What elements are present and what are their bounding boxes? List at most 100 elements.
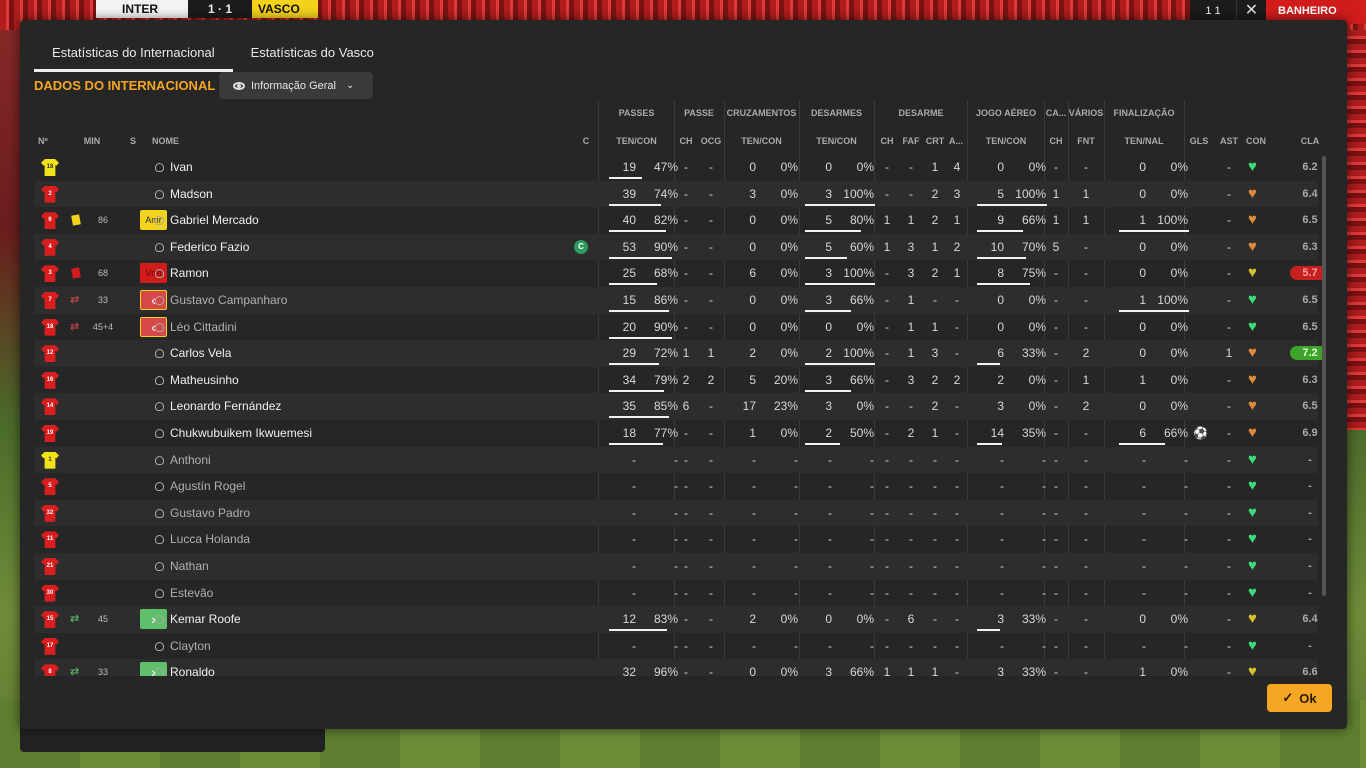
table-row[interactable]: 15 ⇄ 45 › Kemar Roofe 12 83% - -2 0% 0 0% -6- -3 33% - -… <box>34 606 1318 633</box>
table-row[interactable]: 11 Lucca Holanda - - - - - - - - - - - - - - - - - - - ♥ - <box>34 526 1318 553</box>
column-header-ast[interactable]: AST <box>1214 136 1244 146</box>
player-rating: 6.4 <box>1302 187 1318 200</box>
person-icon <box>155 641 164 651</box>
view-select-dropdown[interactable]: Informação Geral ⌄ <box>219 72 373 99</box>
player-name[interactable]: Léo Cittadini <box>155 314 515 340</box>
table-row[interactable]: 8 ⇄ 33 › Ronaldo 32 96% - -0 0% 3 66% 1 1 1-3 33% - -1 0% -… <box>34 659 1318 676</box>
column-header-cla[interactable]: CLA <box>1290 136 1324 146</box>
player-name[interactable]: Clayton <box>155 633 515 659</box>
defense-da-value: 3 <box>953 186 961 201</box>
shirt-number-icon: 32 <box>41 504 59 522</box>
table-row[interactable]: 14 Leonardo Fernández 35 85% 6-17 23% 3 0% - -2-3… <box>34 393 1318 420</box>
column-header-des-ch[interactable]: CH <box>875 136 899 146</box>
column-header-fnt[interactable]: FNT <box>1068 136 1104 146</box>
column-header-des-crt[interactable]: CRT <box>923 136 947 146</box>
defense-da-value: - <box>955 346 959 361</box>
player-name[interactable]: Ronaldo <box>155 659 515 676</box>
column-header-passes[interactable]: TEN/CON <box>599 136 674 146</box>
person-icon <box>155 588 164 598</box>
player-name[interactable]: Federico Fazio <box>155 234 515 260</box>
tab-internacional-stats[interactable]: Estatísticas do Internacional <box>34 38 233 72</box>
column-header-cruz[interactable]: TEN/CON <box>724 136 799 146</box>
column-header-ca-ch[interactable]: CH <box>1044 136 1068 146</box>
crosses-attempts: - <box>752 638 756 653</box>
column-header-no[interactable]: Nº <box>38 136 58 146</box>
column-header-con[interactable]: CON <box>1241 136 1271 146</box>
passes-percent: - <box>674 638 678 653</box>
column-header-final[interactable]: TEN/NAL <box>1104 136 1184 146</box>
ok-button[interactable]: ✓ Ok <box>1267 684 1332 712</box>
player-name[interactable]: Anthoni <box>155 447 515 473</box>
crosses-attempts: 3 <box>749 186 756 201</box>
player-name[interactable]: Gabriel Mercado <box>155 207 515 233</box>
table-row[interactable]: 1 Anthoni - - - - - - - - - - - - - - - - - - - ♥ - <box>34 446 1318 474</box>
away-team-name: VASCO <box>252 0 318 18</box>
player-name[interactable]: Chukwubuikem Ikwuemesi <box>155 420 515 446</box>
passes-bar <box>609 416 669 419</box>
player-name[interactable]: Leonardo Fernández <box>155 393 515 419</box>
player-name[interactable]: Estevão <box>155 580 515 606</box>
defense-dfaf-value: 6 <box>907 612 915 627</box>
aerial-percent: 33% <box>1021 346 1046 361</box>
player-name[interactable]: Lucca Holanda <box>155 526 515 552</box>
table-row[interactable]: 5 Agustín Rogel - - - - - - - - - - - - - - - - - - - ♥ - <box>34 473 1318 500</box>
tab-vasco-stats[interactable]: Estatísticas do Vasco <box>233 38 392 72</box>
defense-da-value: 2 <box>953 372 961 387</box>
column-header-c[interactable]: C <box>580 136 592 146</box>
cards-value: - <box>1054 479 1058 494</box>
table-row[interactable]: 30 Estevão - - - - - - - - - - - - - - - - - - - ♥ - <box>34 580 1318 607</box>
player-name[interactable]: Nathan <box>155 553 515 579</box>
column-header-s[interactable]: S <box>126 136 140 146</box>
table-row[interactable]: 19 Chukwubuikem Ikwuemesi 18 77% - -1 0% 2 50% -2… <box>34 420 1318 447</box>
column-header-passe-ocg[interactable]: OCG <box>697 136 725 146</box>
defense-da-value: - <box>955 452 959 467</box>
shirt-number-icon: 21 <box>41 558 59 575</box>
table-row[interactable]: 6 86 Amr Gabriel Mercado 40 82% - -0 0% 5 80% 1 1 2 1 9… <box>34 207 1318 234</box>
player-name[interactable]: Ramon <box>155 260 515 286</box>
column-header-gls[interactable]: GLS <box>1184 136 1214 146</box>
player-name[interactable]: Carlos Vela <box>155 340 515 366</box>
player-name[interactable]: Gustavo Campanharo <box>155 287 515 313</box>
table-row[interactable]: 18 ⇄ 45+4 ‹ Léo Cittadini 20 90% - -0 0% 0 0% -1 1-0 0… <box>34 314 1318 341</box>
defense-dfaf-value: - <box>909 452 913 467</box>
fouls-value: - <box>1084 612 1088 627</box>
table-scrollbar[interactable] <box>1322 156 1326 596</box>
table-row[interactable]: 17 Clayton - - - - - - - - - - - - - - - - - - - ♥ - <box>34 633 1318 660</box>
crosses-attempts: 6 <box>749 266 756 281</box>
player-name[interactable]: Gustavo Padro <box>155 500 515 526</box>
aerial-percent: - <box>1042 559 1046 573</box>
player-name[interactable]: Madson <box>155 181 515 207</box>
column-header-des-a[interactable]: A... <box>945 136 967 146</box>
column-header-passe-ch[interactable]: CH <box>675 136 697 146</box>
column-header-nome[interactable]: NOME <box>152 136 212 146</box>
cards-value: - <box>1054 372 1058 387</box>
assists-value: - <box>1227 505 1231 520</box>
fouls-value: - <box>1084 293 1088 307</box>
table-row[interactable]: 21 Nathan - - - - - - - - - - - - - - - - - - - ♥ - <box>34 553 1318 580</box>
table-row[interactable]: 32 Gustavo Padro - - - - - - - - - - - - - - - - - - - ♥ - <box>34 499 1318 527</box>
cards-value: - <box>1054 266 1058 281</box>
table-row[interactable]: 16 Matheusinho 34 79% 2 2 5 20% 3 66% -3 2 2 2 0% -1 1 0%… <box>34 367 1318 394</box>
table-row[interactable]: 12 Carlos Vela 29 72% 1 1 2 0% 2 100% -1 3-6 33% -2 0 0… <box>34 340 1324 367</box>
shots-percent: 0% <box>1170 372 1188 387</box>
shots-attempts: - <box>1142 532 1146 547</box>
table-row[interactable]: 4 Federico Fazio C 53 90% - -0 0% 5 60% 1 3 1 2 10 70% 5… <box>34 233 1318 261</box>
defense-dfaf-value: 1 <box>907 319 915 334</box>
column-header-aereo[interactable]: TEN/CON <box>968 136 1044 146</box>
fouls-value: - <box>1084 319 1088 334</box>
table-row[interactable]: 7 ⇄ 33 ‹ Gustavo Campanharo 15 86% - -0 0% 3 66% -1-… <box>34 287 1318 314</box>
column-header-des-faf[interactable]: FAF <box>899 136 923 146</box>
condition-heart-icon: ♥ <box>1248 264 1257 282</box>
table-row[interactable]: 18 Ivan 19 47% - -0 0% 0 0% - -1 4 0 0% - -0 0% - ♥ 6.2 <box>34 154 1318 181</box>
cards-value: - <box>1054 319 1058 334</box>
table-row[interactable]: 3 68 Vrm Ramon 25 68% - -6 0% 3 100% -3 2 1 8 75% - -0 0% -… <box>34 260 1324 287</box>
player-name[interactable]: Matheusinho <box>155 367 515 393</box>
player-name[interactable]: Agustín Rogel <box>155 473 515 499</box>
column-header-min[interactable]: MIN <box>80 136 104 146</box>
defense-dch-value: - <box>885 426 889 440</box>
table-row[interactable]: 2 Madson 39 74% - -3 0% 3 100% - -2 3 5 100% 1 1 0 0% - ♥ 6.… <box>34 180 1318 208</box>
column-header-desarmes[interactable]: TEN/CON <box>799 136 874 146</box>
tackles-percent: - <box>870 585 874 600</box>
player-name[interactable]: Ivan <box>155 154 515 180</box>
player-name[interactable]: Kemar Roofe <box>155 606 515 632</box>
